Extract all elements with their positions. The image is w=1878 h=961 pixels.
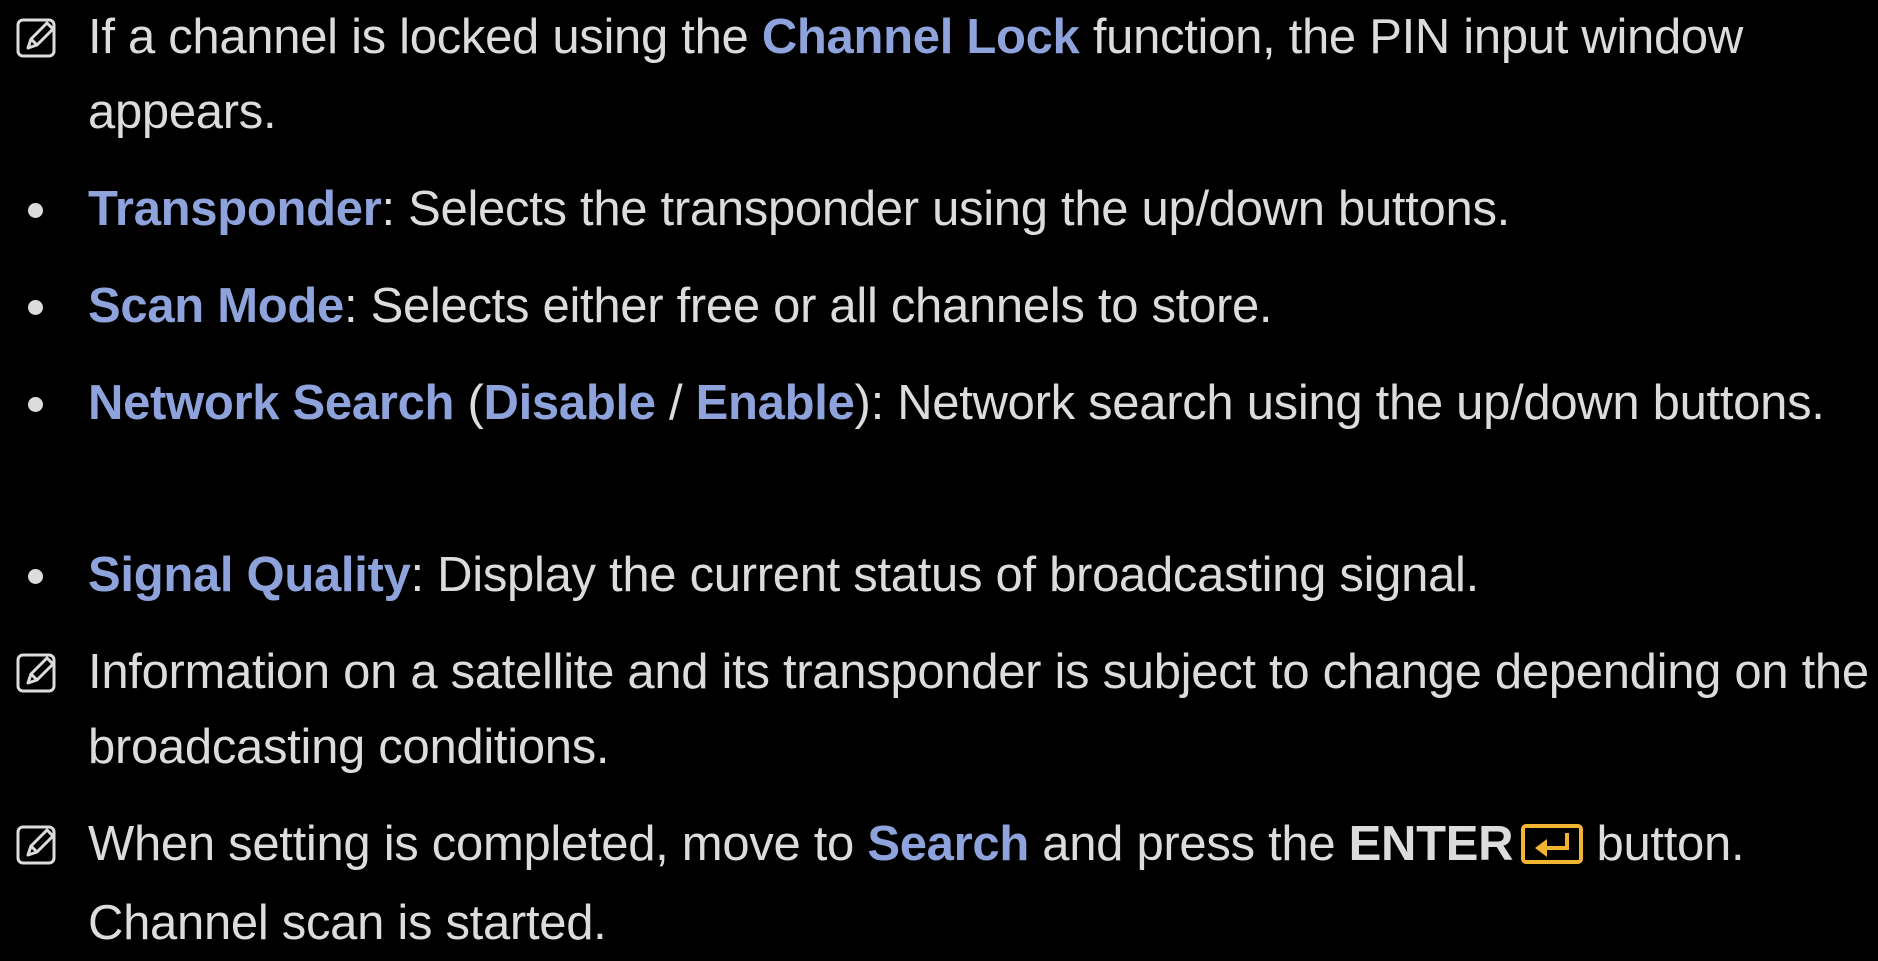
bullet-description: ): Network search using the up/down butt… — [854, 376, 1825, 430]
bullet-punctuation: / — [655, 376, 696, 430]
signal-quality-term: Signal Quality — [88, 548, 411, 602]
bullet-punctuation: ( — [454, 376, 484, 430]
enter-key-label: ENTER — [1348, 817, 1514, 871]
enter-key-icon — [1521, 811, 1584, 886]
bullet-marker — [16, 269, 64, 344]
transponder-term: Transponder — [88, 182, 382, 236]
note-text-part: When setting is completed, move to — [88, 817, 868, 871]
bullet-text: Signal Quality: Display the current stat… — [88, 538, 1872, 613]
search-term: Search — [867, 817, 1029, 871]
channel-lock-term: Channel Lock — [761, 10, 1080, 64]
bullet-text: Network Search (Disable / Enable): Netwo… — [88, 366, 1872, 441]
bullet-dot — [28, 300, 43, 315]
bullet-description: : Selects either free or all channels to… — [343, 279, 1273, 333]
bullet-text: Scan Mode: Selects either free or all ch… — [88, 269, 1872, 344]
bullet-description: : Selects the transponder using the up/d… — [381, 182, 1510, 236]
note-text-part: Information on a satellite and its trans… — [88, 645, 1869, 774]
bullet-marker — [16, 366, 64, 441]
note-text-part: and press the — [1028, 817, 1349, 871]
note-text-part: If a channel is locked using the — [88, 10, 762, 64]
bullet-description: : Display the current status of broadcas… — [410, 548, 1480, 602]
scan-mode-term: Scan Mode — [88, 279, 344, 333]
note-text: If a channel is locked using the Channel… — [88, 0, 1872, 150]
disable-option: Disable — [483, 376, 657, 430]
note-pencil-icon — [16, 0, 64, 75]
bullet-dot — [28, 569, 43, 584]
enable-option: Enable — [695, 376, 855, 430]
note-pencil-icon — [16, 807, 64, 882]
bullet-text: Transponder: Selects the transponder usi… — [88, 172, 1872, 247]
note-text: Information on a satellite and its trans… — [88, 635, 1872, 785]
network-search-term: Network Search — [88, 376, 455, 430]
bullet-marker — [16, 538, 64, 613]
bullet-dot — [28, 203, 43, 218]
note-pencil-icon — [16, 635, 64, 710]
bullet-marker — [16, 172, 64, 247]
note-text: When setting is completed, move to Searc… — [88, 807, 1872, 961]
bullet-dot — [28, 397, 43, 412]
